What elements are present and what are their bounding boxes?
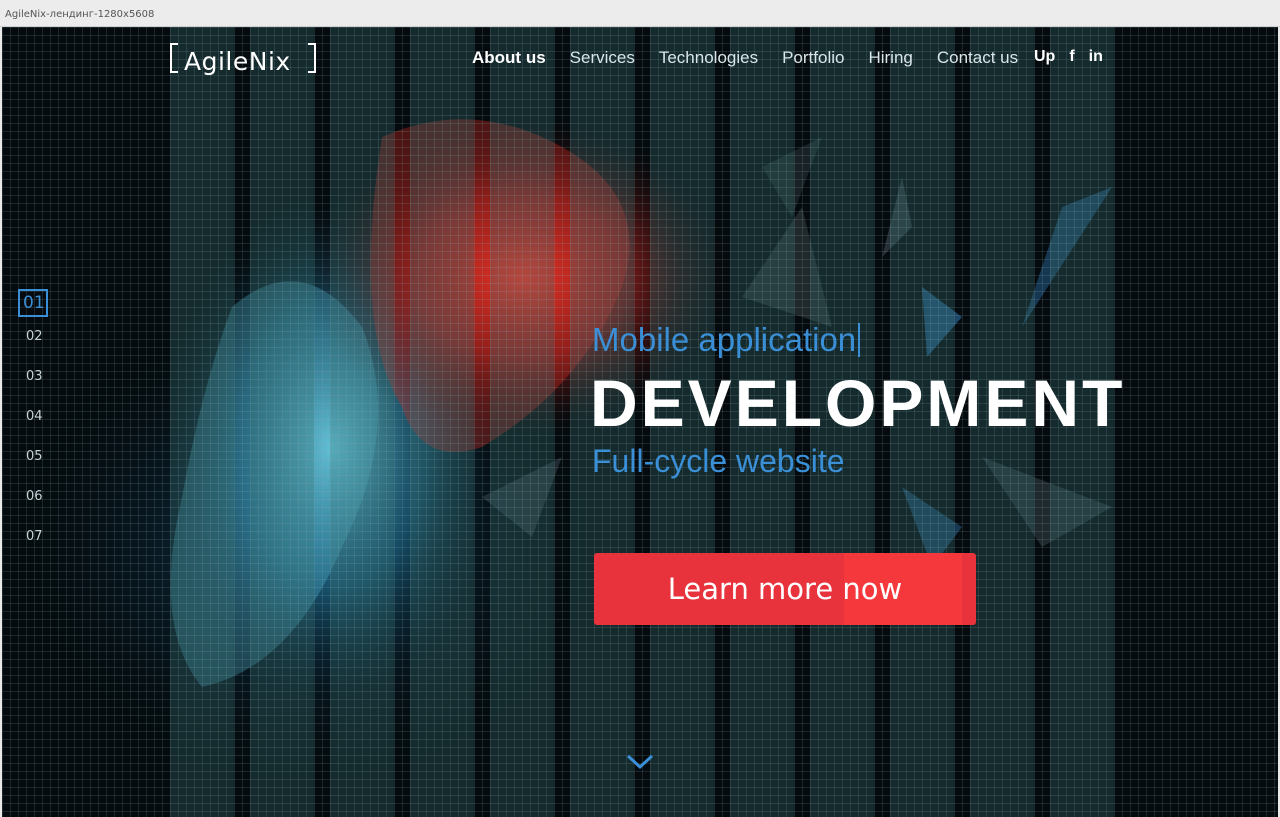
nav-item-portfolio[interactable]: Portfolio — [782, 48, 844, 68]
nav-item-hiring[interactable]: Hiring — [868, 48, 912, 68]
typing-caret — [858, 323, 861, 357]
nav-item-contact-us[interactable]: Contact us — [937, 48, 1018, 68]
hero-subtitle-secondary: Full-cycle website — [592, 443, 845, 479]
nav-item-about-us[interactable]: About us — [472, 48, 546, 68]
slide-number-01[interactable]: 01 — [18, 289, 58, 329]
landing-page: AgileNix About us Services Technologies … — [2, 27, 1278, 817]
slide-number-03[interactable]: 03 — [18, 369, 58, 409]
nav-item-services[interactable]: Services — [570, 48, 635, 68]
hero-title: DEVELOPMENT — [590, 366, 1126, 440]
logo[interactable]: AgileNix — [170, 43, 316, 76]
learn-more-button-label: Learn more now — [667, 572, 903, 606]
social-links: Up f in — [1034, 48, 1117, 66]
slide-number-02[interactable]: 02 — [18, 329, 58, 369]
slide-number-06[interactable]: 06 — [18, 489, 58, 529]
window-titlebar: AgileNix-лендинг-1280x5608 — [0, 0, 1280, 27]
logo-bracket-left — [170, 43, 178, 73]
logo-bracket-right — [308, 43, 316, 73]
slide-number-04[interactable]: 04 — [18, 409, 58, 449]
slide-number-07[interactable]: 07 — [18, 529, 58, 569]
upwork-icon[interactable]: Up — [1034, 48, 1055, 66]
nav-item-technologies[interactable]: Technologies — [659, 48, 758, 68]
slide-number-05[interactable]: 05 — [18, 449, 58, 489]
hero-subtitle: Mobile application — [592, 321, 861, 359]
linkedin-icon[interactable]: in — [1089, 48, 1103, 66]
logo-text: AgileNix — [184, 47, 291, 76]
chevron-down-icon[interactable] — [626, 753, 654, 771]
facebook-icon[interactable]: f — [1069, 48, 1074, 66]
main-nav: About us Services Technologies Portfolio… — [472, 47, 1042, 69]
slide-pagination: 01 02 03 04 05 06 07 — [18, 289, 58, 569]
hero-subtitle-text: Mobile application — [592, 321, 857, 358]
learn-more-button[interactable]: Learn more now — [594, 553, 976, 625]
window-title: AgileNix-лендинг-1280x5608 — [5, 9, 155, 20]
